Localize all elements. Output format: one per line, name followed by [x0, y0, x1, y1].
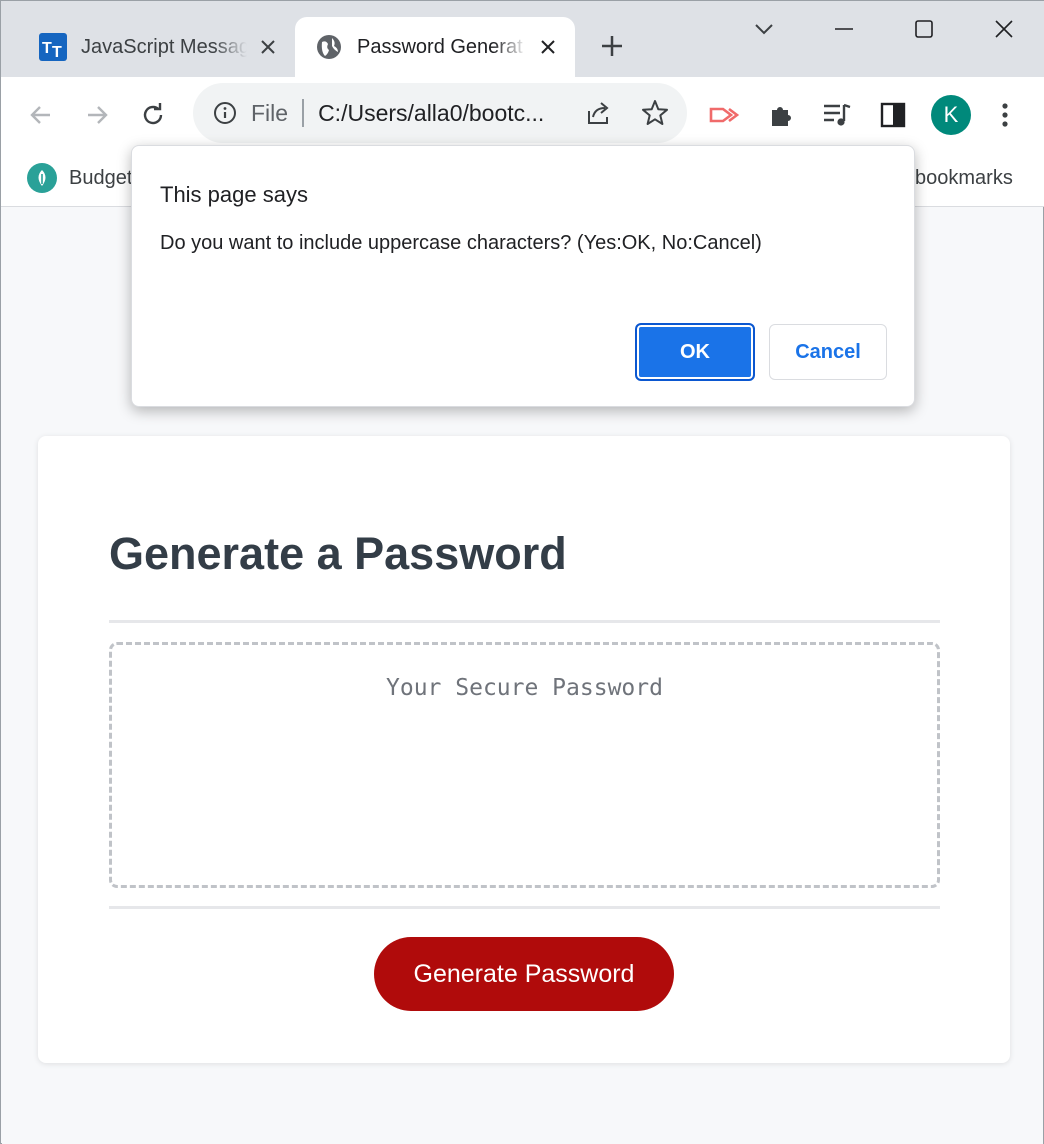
reload-button[interactable]	[133, 95, 173, 135]
tab-title: Password Generat	[357, 35, 523, 58]
bookmark-label: Budget	[69, 166, 133, 189]
extensions-puzzle-icon[interactable]	[763, 97, 799, 133]
scheme-label: File	[251, 99, 289, 126]
browser-toolbar: File C:/Users/alla0/bootc... K	[1, 77, 1044, 153]
omnibox-divider	[302, 99, 305, 127]
divider	[109, 620, 940, 623]
ok-button[interactable]: OK	[635, 323, 755, 381]
tab-password-generator[interactable]: Password Generat	[295, 17, 575, 77]
dialog-title: This page says	[160, 182, 308, 207]
window-close-button[interactable]	[989, 15, 1019, 43]
url-text[interactable]: C:/Users/alla0/bootc...	[318, 100, 568, 127]
minimize-button[interactable]	[829, 15, 859, 43]
new-tab-button[interactable]	[597, 31, 627, 61]
kebab-menu-icon[interactable]	[987, 97, 1023, 133]
forward-button[interactable]	[77, 95, 117, 135]
cancel-button[interactable]: Cancel	[769, 324, 887, 380]
dialog-message: Do you want to include uppercase charact…	[160, 232, 762, 254]
star-bookmark-icon[interactable]	[639, 97, 671, 129]
back-button[interactable]	[21, 95, 61, 135]
generate-password-button[interactable]: Generate Password	[374, 937, 674, 1011]
close-icon[interactable]	[535, 34, 561, 60]
divider	[109, 906, 940, 909]
leaf-icon	[27, 163, 57, 193]
password-output-box[interactable]: Your Secure Password	[109, 642, 940, 888]
side-panel-icon[interactable]	[875, 97, 911, 133]
profile-avatar[interactable]: K	[931, 95, 971, 135]
share-icon[interactable]	[583, 97, 615, 129]
tt-logo-icon: TT	[39, 33, 67, 61]
tab-javascript-messages[interactable]: TT JavaScript Messag	[19, 17, 295, 77]
page-title: Generate a Password	[109, 528, 567, 579]
tab-strip: TT JavaScript Messag Password Generat	[1, 1, 1044, 77]
generator-card: Generate a Password Your Secure Password…	[38, 436, 1010, 1063]
other-bookmarks[interactable]: bookmarks	[915, 161, 1013, 195]
extension-red-arrow-icon[interactable]	[707, 97, 743, 133]
media-playlist-icon[interactable]	[819, 97, 855, 133]
maximize-button[interactable]	[909, 15, 939, 43]
svg-text:T: T	[52, 44, 62, 61]
globe-icon	[315, 33, 343, 61]
tab-title: JavaScript Messag	[81, 35, 247, 58]
address-bar[interactable]: File C:/Users/alla0/bootc...	[193, 83, 687, 143]
browser-window: TT JavaScript Messag Password Generat Fi…	[0, 0, 1044, 1144]
password-placeholder: Your Secure Password	[386, 675, 663, 701]
bookmark-budget[interactable]: Budget	[27, 161, 132, 195]
svg-text:T: T	[42, 40, 52, 57]
close-icon[interactable]	[255, 34, 281, 60]
info-icon[interactable]	[211, 99, 239, 127]
confirm-dialog: This page says Do you want to include up…	[131, 145, 915, 407]
tab-search-chevron-icon[interactable]	[749, 15, 779, 43]
